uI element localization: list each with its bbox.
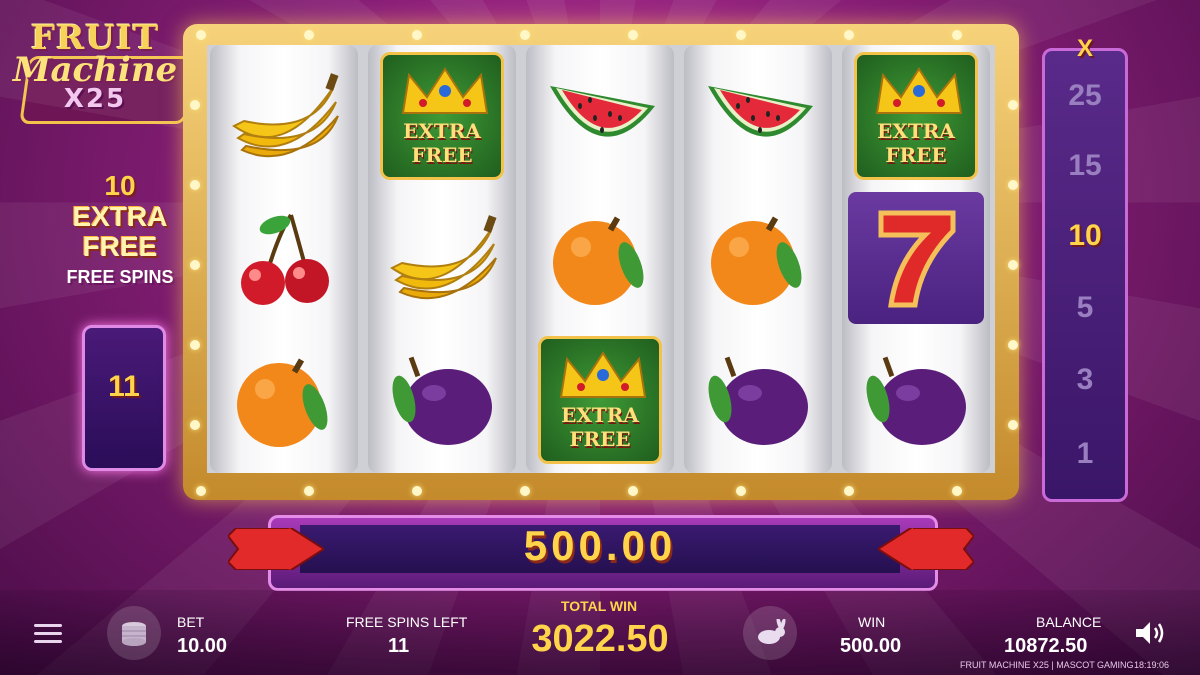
bet-coins-button[interactable] bbox=[107, 606, 161, 660]
extra-free-tile: EXTRA FREE bbox=[854, 52, 978, 180]
frame-bulb bbox=[520, 30, 530, 40]
crown-icon bbox=[875, 67, 963, 114]
footer-clock: 18:19:06 bbox=[1134, 660, 1170, 670]
extra-free-line-1: EXTRA bbox=[561, 403, 639, 427]
free-spins-left-label: FREE SPINS LEFT bbox=[346, 614, 468, 630]
frame-bulb bbox=[190, 340, 200, 350]
symbol-watermelon bbox=[526, 45, 674, 187]
multiplier-value: 5 bbox=[1076, 291, 1094, 324]
bet-value: 10.00 bbox=[177, 635, 228, 657]
multiplier-value: 3 bbox=[1076, 363, 1094, 396]
frame-bulb bbox=[736, 486, 746, 496]
multiplier-value: 15 bbox=[1068, 149, 1102, 182]
symbol-seven bbox=[842, 187, 990, 329]
free-spins-left-value: 11 bbox=[388, 635, 410, 657]
frame-bulb bbox=[190, 100, 200, 110]
frame-bulb bbox=[736, 30, 746, 40]
win-label: WIN bbox=[858, 614, 886, 630]
extra-free-counter-box: 11 bbox=[82, 325, 166, 471]
footer-game-name: FRUIT MACHINE X25 | MASCOT GAMING bbox=[960, 660, 1134, 670]
frame-bulb bbox=[1008, 180, 1018, 190]
frame-bulb bbox=[520, 486, 530, 496]
turbo-button[interactable] bbox=[743, 606, 797, 660]
frame-bulb bbox=[1008, 340, 1018, 350]
extra-free-count: 10 bbox=[104, 170, 136, 201]
frame-bulb bbox=[628, 30, 638, 40]
frame-bulb bbox=[1008, 100, 1018, 110]
coins-icon bbox=[122, 622, 146, 646]
symbol-banana bbox=[368, 187, 516, 329]
frame-bulb bbox=[304, 30, 314, 40]
crown-icon bbox=[401, 67, 489, 114]
extra-free-line-2: FREE bbox=[569, 427, 631, 451]
total-win-label: TOTAL WIN bbox=[560, 598, 638, 614]
frame-bulb bbox=[196, 30, 206, 40]
balance-value: 10872.50 bbox=[1004, 635, 1088, 657]
frame-bulb bbox=[628, 486, 638, 496]
symbol-extra-free-crown: EXTRA FREE bbox=[368, 45, 516, 187]
symbol-plum bbox=[368, 329, 516, 471]
bet-label: BET bbox=[177, 614, 205, 630]
symbol-plum bbox=[842, 329, 990, 471]
multiplier-column: X 25 15 10 5 3 1 bbox=[1042, 35, 1128, 502]
multiplier-value: 10 bbox=[1068, 219, 1102, 252]
extra-free-line-2: FREE bbox=[411, 143, 473, 167]
multiplier-value: 25 bbox=[1068, 79, 1102, 112]
multiplier-value: 1 bbox=[1076, 437, 1094, 470]
frame-bulb bbox=[304, 486, 314, 496]
arrow-left-icon bbox=[878, 528, 974, 570]
symbol-extra-free-crown: EXTRA FREE bbox=[526, 329, 674, 471]
symbol-cherries bbox=[210, 187, 358, 329]
sound-icon[interactable] bbox=[1134, 620, 1168, 651]
balance-label: BALANCE bbox=[1036, 614, 1102, 630]
frame-bulb bbox=[196, 486, 206, 496]
symbol-plum bbox=[684, 329, 832, 471]
frame-bulb bbox=[190, 260, 200, 270]
menu-icon[interactable] bbox=[34, 624, 62, 644]
crown-icon bbox=[559, 351, 647, 398]
extra-free-line-2: FREE bbox=[885, 143, 947, 167]
seven-tile bbox=[848, 192, 984, 324]
win-value: 500.00 bbox=[840, 635, 902, 657]
multiplier-label: X bbox=[1076, 35, 1093, 62]
game-logo: FRUIT Machine X25 bbox=[10, 18, 195, 138]
frame-bulb bbox=[952, 30, 962, 40]
frame-bulb bbox=[1008, 260, 1018, 270]
rabbit-icon bbox=[758, 619, 786, 644]
extra-free-panel: 10 EXTRA FREE FREE SPINS bbox=[55, 170, 185, 288]
symbol-banana bbox=[210, 45, 358, 187]
frame-bulb bbox=[844, 486, 854, 496]
symbol-extra-free-crown: EXTRA FREE bbox=[842, 45, 990, 187]
symbol-orange bbox=[526, 187, 674, 329]
total-win-value: 3022.50 bbox=[531, 618, 669, 660]
symbol-orange bbox=[684, 187, 832, 329]
extra-free-line-1: EXTRA bbox=[877, 119, 955, 143]
frame-bulb bbox=[412, 30, 422, 40]
extra-free-counter: 11 bbox=[108, 370, 140, 403]
frame-bulb bbox=[844, 30, 854, 40]
frame-bulb bbox=[190, 180, 200, 190]
arrow-right-icon bbox=[228, 528, 324, 570]
win-bar-value: 500.00 bbox=[523, 522, 677, 569]
extra-free-line-1: EXTRA bbox=[403, 119, 481, 143]
extra-free-subtitle: FREE SPINS bbox=[66, 267, 174, 287]
extra-free-title: EXTRA FREE bbox=[72, 201, 168, 262]
frame-bulb bbox=[1008, 420, 1018, 430]
frame-bulb bbox=[190, 420, 200, 430]
symbol-watermelon bbox=[684, 45, 832, 187]
symbol-orange bbox=[210, 329, 358, 471]
extra-free-tile: EXTRA FREE bbox=[380, 52, 504, 180]
frame-bulb bbox=[412, 486, 422, 496]
extra-free-tile: EXTRA FREE bbox=[538, 336, 662, 464]
frame-bulb bbox=[952, 486, 962, 496]
